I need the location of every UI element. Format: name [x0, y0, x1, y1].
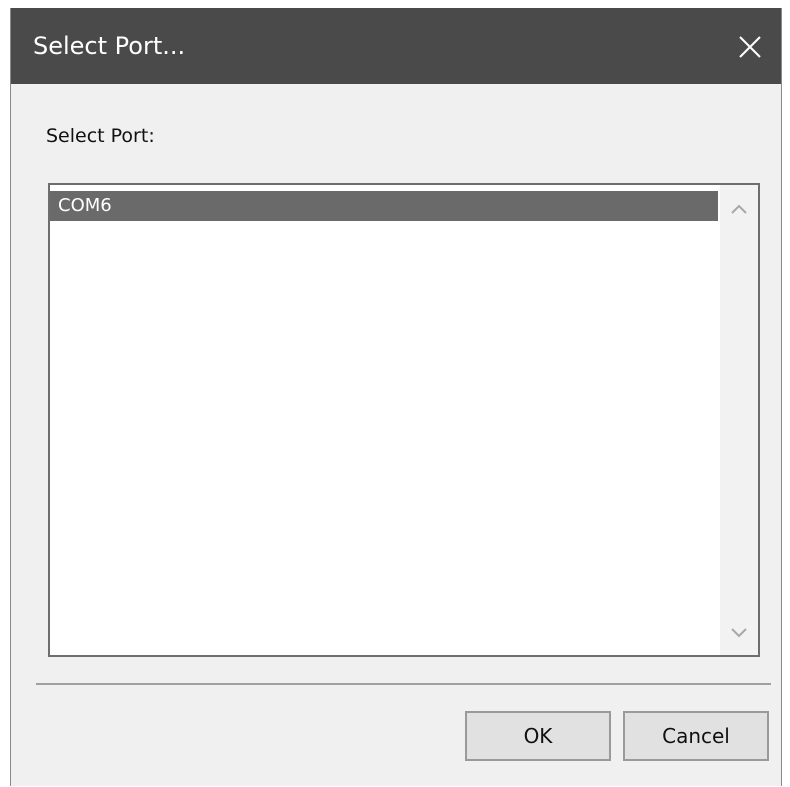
chevron-down-icon [731, 628, 747, 638]
vertical-scrollbar[interactable] [720, 185, 758, 655]
title-bar[interactable]: Select Port... [11, 8, 781, 84]
scroll-down-button[interactable] [728, 625, 750, 641]
ok-button[interactable]: OK [465, 711, 611, 761]
select-port-dialog: Select Port... Select Port: COM6 OK Canc… [10, 8, 782, 786]
dialog-title: Select Port... [33, 32, 186, 60]
cancel-button[interactable]: Cancel [623, 711, 769, 761]
list-item-com6[interactable]: COM6 [50, 191, 718, 221]
close-button[interactable] [727, 24, 773, 70]
port-listbox[interactable]: COM6 [48, 183, 760, 657]
chevron-up-icon [731, 204, 747, 214]
separator-line [36, 683, 771, 685]
select-port-label: Select Port: [46, 125, 155, 147]
close-icon [739, 36, 761, 58]
scroll-up-button[interactable] [728, 201, 750, 217]
